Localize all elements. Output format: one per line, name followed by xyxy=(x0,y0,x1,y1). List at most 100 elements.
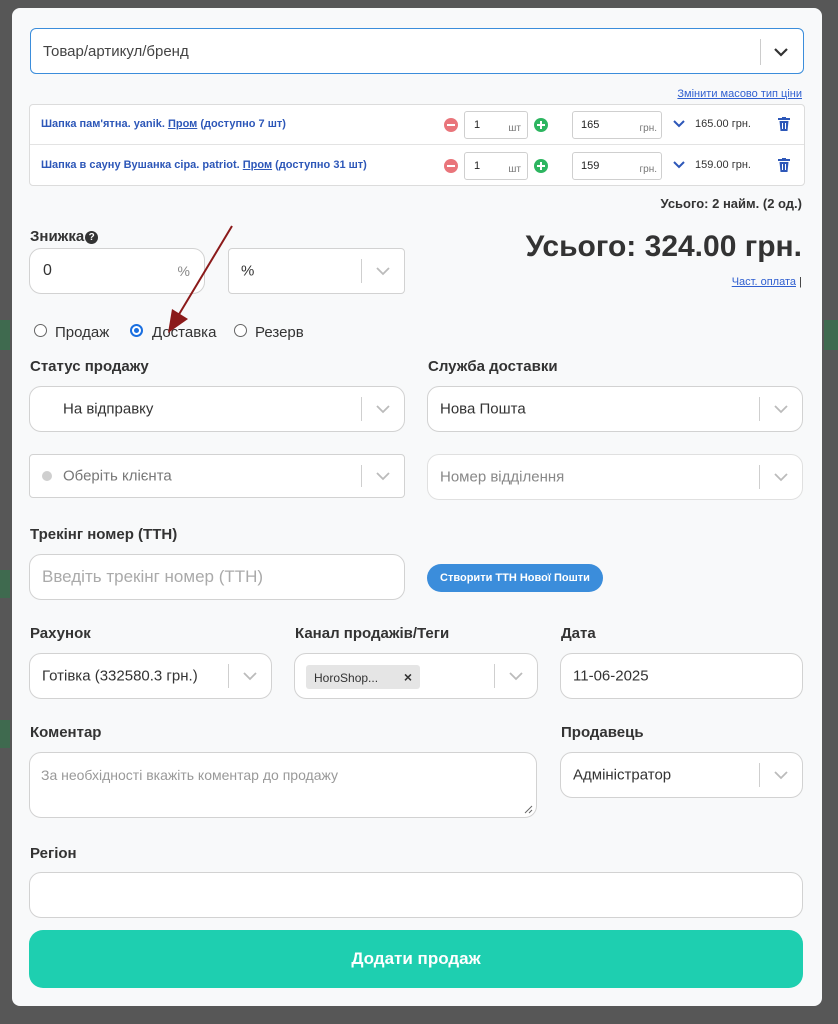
product-row: Шапка пам'ятна. yanik. Пром (доступно 7 … xyxy=(30,105,804,145)
price-value: 165 xyxy=(581,119,600,131)
date-input[interactable]: 11-06-2025 xyxy=(560,653,803,699)
channel-select[interactable]: HoroShop... × xyxy=(294,653,538,699)
minus-icon[interactable] xyxy=(444,159,458,173)
product-search-placeholder: Товар/артикул/бренд xyxy=(43,43,189,60)
chevron-down-icon xyxy=(376,405,390,414)
items-summary: Усього: 2 найм. (2 од.) xyxy=(660,196,802,211)
date-label: Дата xyxy=(561,625,596,642)
tracking-label: Трекінг номер (ТТН) xyxy=(30,526,178,543)
comment-textarea[interactable]: За необхідності вкажіть коментар до прод… xyxy=(29,752,537,818)
product-availability: (доступно 7 шт) xyxy=(200,118,286,130)
seller-select[interactable]: Адміністратор xyxy=(560,752,803,798)
product-line-total: 159.00 грн. xyxy=(695,159,751,171)
price-input[interactable]: 159 грн. xyxy=(572,152,662,180)
radio-sale[interactable] xyxy=(34,324,47,337)
divider xyxy=(228,664,229,688)
plus-icon[interactable] xyxy=(534,159,548,173)
product-name[interactable]: Шапка пам'ятна. yanik. Пром (доступно 7 … xyxy=(41,118,286,130)
client-select[interactable]: Оберіть клієнта xyxy=(29,454,405,498)
discount-type-select[interactable]: % xyxy=(228,248,405,294)
seller-label: Продавець xyxy=(561,724,644,741)
branch-select[interactable]: Номер відділення xyxy=(427,454,803,500)
link-separator: | xyxy=(799,276,802,288)
create-ttn-button[interactable]: Створити ТТН Нової Пошти xyxy=(427,564,603,592)
client-status-dot xyxy=(42,471,52,481)
chevron-down-icon xyxy=(774,771,788,780)
trash-icon[interactable] xyxy=(778,117,790,131)
chevron-down-icon xyxy=(774,473,788,482)
help-icon[interactable]: ? xyxy=(85,231,99,244)
chevron-down-icon xyxy=(774,405,788,414)
divider xyxy=(361,465,362,487)
date-value: 11-06-2025 xyxy=(573,667,649,685)
backdrop-strip xyxy=(0,570,10,598)
price-type-chevron-icon[interactable] xyxy=(672,159,686,171)
price-value: 159 xyxy=(581,160,600,172)
price-type-chevron-icon[interactable] xyxy=(672,118,686,130)
product-availability: (доступно 31 шт) xyxy=(275,159,367,171)
tag-remove-icon[interactable]: × xyxy=(404,669,412,685)
channel-label: Канал продажів/Теги xyxy=(295,625,450,642)
quantity-unit: шт xyxy=(508,164,521,175)
quantity-input[interactable]: 1 шт xyxy=(464,111,528,139)
channel-tag-label: HoroShop... xyxy=(314,671,379,685)
divider xyxy=(361,259,362,283)
product-search-input[interactable]: Товар/артикул/бренд xyxy=(30,28,804,74)
minus-icon[interactable] xyxy=(444,118,458,132)
backdrop-strip xyxy=(0,320,10,350)
product-line-total: 165.00 грн. xyxy=(695,118,751,130)
chevron-down-icon xyxy=(243,672,257,681)
comment-label: Коментар xyxy=(30,724,102,741)
partial-payment-link[interactable]: Част. оплата xyxy=(732,276,796,288)
product-source-link[interactable]: Пром xyxy=(243,159,272,171)
sale-status-value: На відправку xyxy=(63,400,154,418)
product-list: Шапка пам'ятна. yanik. Пром (доступно 7 … xyxy=(29,104,805,186)
divider xyxy=(759,763,760,787)
quantity-input[interactable]: 1 шт xyxy=(464,152,528,180)
sale-status-select[interactable]: На відправку xyxy=(29,386,405,432)
branch-placeholder: Номер відділення xyxy=(440,468,565,486)
region-input[interactable] xyxy=(29,872,803,918)
radio-sale-label[interactable]: Продаж xyxy=(55,324,109,341)
quantity-value: 1 xyxy=(474,119,481,131)
delivery-service-select[interactable]: Нова Пошта xyxy=(427,386,803,432)
trash-icon[interactable] xyxy=(778,158,790,172)
client-placeholder: Оберіть клієнта xyxy=(63,467,172,485)
plus-icon[interactable] xyxy=(534,118,548,132)
backdrop-strip xyxy=(0,720,10,748)
discount-value: 0 xyxy=(43,262,52,279)
discount-label-text: Знижка xyxy=(30,228,85,245)
product-name[interactable]: Шапка в сауну Вушанка сіра. patriot. Про… xyxy=(41,159,367,171)
resize-grip-icon[interactable] xyxy=(523,804,533,814)
sale-status-label: Статус продажу xyxy=(30,358,149,375)
comment-placeholder: За необхідності вкажіть коментар до прод… xyxy=(41,767,339,783)
quantity-unit: шт xyxy=(508,123,521,134)
quantity-value: 1 xyxy=(474,160,481,172)
backdrop-strip xyxy=(824,320,838,350)
chevron-down-icon xyxy=(376,472,390,481)
divider xyxy=(759,397,760,421)
divider xyxy=(760,39,761,65)
product-source-link[interactable]: Пром xyxy=(168,118,197,130)
add-sale-button[interactable]: Додати продаж xyxy=(29,930,803,988)
region-label: Регіон xyxy=(30,845,77,862)
divider xyxy=(759,465,760,489)
radio-reserve-label[interactable]: Резерв xyxy=(255,324,304,341)
account-label: Рахунок xyxy=(30,625,91,642)
mass-price-type-link[interactable]: Змінити масово тип ціни xyxy=(677,88,802,100)
product-title: Шапка в сауну Вушанка сіра. patriot. xyxy=(41,159,240,171)
account-value: Готівка (332580.3 грн.) xyxy=(42,667,198,685)
divider xyxy=(361,397,362,421)
radio-delivery[interactable] xyxy=(130,324,143,337)
discount-label: Знижка? xyxy=(30,228,99,245)
grand-total: Усього: 324.00 грн. xyxy=(525,230,802,263)
chevron-down-icon[interactable] xyxy=(769,39,793,65)
delivery-service-label: Служба доставки xyxy=(428,358,558,375)
price-input[interactable]: 165 грн. xyxy=(572,111,662,139)
product-title: Шапка пам'ятна. yanik. xyxy=(41,118,165,130)
delivery-service-value: Нова Пошта xyxy=(440,400,526,418)
account-select[interactable]: Готівка (332580.3 грн.) xyxy=(29,653,272,699)
add-sale-modal: Товар/артикул/бренд Змінити масово тип ц… xyxy=(12,8,822,1006)
tracking-input[interactable]: Введіть трекінг номер (ТТН) xyxy=(29,554,405,600)
product-row: Шапка в сауну Вушанка сіра. patriot. Про… xyxy=(30,146,804,186)
